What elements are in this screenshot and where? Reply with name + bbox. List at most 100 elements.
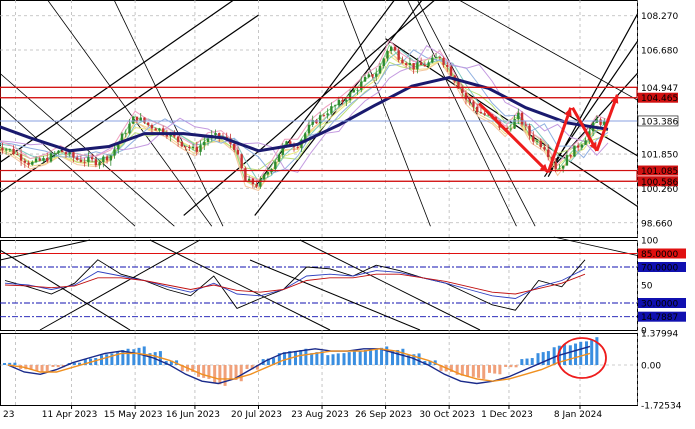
candle-body (475, 106, 479, 113)
candle-body (72, 152, 75, 158)
candle-body (461, 88, 464, 93)
candle-body (240, 154, 243, 169)
macd-histogram-bar (56, 364, 60, 368)
candle-body (259, 179, 262, 187)
candle-body (509, 128, 513, 130)
macd-histogram-bar (197, 364, 200, 377)
candle-body (296, 147, 299, 148)
macd-histogram-bar (336, 353, 340, 365)
macd-histogram-bar (13, 362, 17, 365)
candle-body (199, 145, 202, 152)
macd-histogram-bar (3, 363, 6, 365)
candle-body (195, 146, 198, 152)
candle-body (61, 150, 64, 153)
candle-body (154, 128, 157, 131)
candle-body (337, 99, 341, 106)
candle-body (124, 133, 127, 135)
candle-body (318, 115, 322, 124)
price-tick-label: 100.260 (641, 185, 678, 195)
candle-body (341, 99, 344, 102)
macd-histogram-bar (126, 348, 130, 365)
macd-histogram-bar (45, 364, 49, 372)
macd-histogram-bar (352, 351, 356, 365)
candle-body (565, 155, 569, 166)
candle-body (16, 154, 19, 155)
macd-histogram-bar (504, 364, 508, 367)
macd-histogram-bar (202, 364, 206, 378)
macd-histogram-bar (304, 348, 308, 365)
macd-histogram-bar (310, 353, 314, 365)
candle-body (408, 63, 412, 65)
candle-body (386, 50, 389, 59)
macd-histogram-bar (218, 364, 222, 385)
price-tick-label: 108.270 (641, 12, 678, 22)
candle-body (427, 62, 430, 67)
x-axis-label: 8 Jan 2024 (554, 410, 602, 420)
macd-histogram-bar (530, 358, 534, 365)
candle-body (31, 161, 34, 165)
candle-body (412, 63, 415, 70)
macd-histogram-bar (417, 353, 421, 365)
macd-histogram-bar (315, 352, 319, 365)
macd-histogram-bar (121, 349, 125, 365)
macd-histogram-bar (223, 364, 227, 386)
candle-body (105, 156, 109, 161)
macd-histogram-bar (488, 364, 491, 373)
candle-body (4, 149, 8, 151)
candle-body (416, 62, 419, 70)
candle-body (79, 159, 83, 162)
candle-body (94, 159, 98, 166)
candle-body (146, 122, 150, 126)
macd-histogram-bar (105, 354, 109, 365)
macd-histogram-bar (358, 351, 362, 365)
macd-histogram-bar (294, 351, 297, 365)
macd-histogram-bar (116, 351, 120, 365)
macd-histogram-bar (546, 351, 550, 365)
chart-root: 108.270 106.680 104.947 104.465 103.386 101.8… (0, 0, 695, 425)
macd-histogram-bar (590, 339, 594, 365)
candle-body (371, 74, 374, 77)
candle-body (599, 119, 602, 125)
candle-body (322, 115, 326, 116)
candle-body (419, 62, 423, 66)
candle-body (535, 140, 539, 142)
candle-body (53, 153, 56, 155)
macd-histogram-bar (401, 348, 405, 365)
candle-body (558, 168, 561, 170)
candle-body (479, 112, 483, 114)
candle-body (42, 157, 45, 161)
candle-body (87, 157, 90, 163)
macd-histogram-bar (283, 352, 287, 365)
candle-body (438, 57, 442, 58)
price-level-label: 104.465 (641, 94, 678, 104)
candle-body (431, 57, 434, 63)
candle-body (274, 161, 277, 170)
oscillator-tick-label: 50 (641, 282, 653, 292)
macd-histogram-bar (213, 364, 217, 383)
candle-body (375, 73, 378, 77)
macd-histogram-bar (471, 364, 475, 377)
candle-body (46, 157, 49, 162)
candle-body (139, 117, 142, 121)
oscillator-level-label: 70.0000 (641, 264, 678, 274)
macd-histogram-bar (466, 364, 470, 377)
candle-body (382, 58, 385, 66)
candle-body (573, 145, 576, 157)
x-axis-label: 15 May 2023 (104, 410, 163, 420)
macd-histogram-bar (299, 349, 303, 365)
candle-body (524, 124, 527, 126)
candle-body (68, 152, 71, 155)
candle-body (580, 144, 584, 148)
oscillator-level-label: 85.0000 (641, 250, 678, 260)
candle-body (1, 147, 4, 151)
price-level-label: 103.386 (641, 117, 678, 127)
macd-histogram-bar (229, 364, 233, 379)
macd-histogram-bar (40, 364, 44, 372)
candle-body (180, 141, 184, 147)
candle-body (191, 146, 195, 149)
price-tick-label: 106.680 (641, 46, 678, 56)
macd-histogram-bar (100, 355, 103, 365)
candle-body (255, 184, 258, 187)
candle-body (102, 156, 105, 163)
candle-body (539, 140, 542, 148)
